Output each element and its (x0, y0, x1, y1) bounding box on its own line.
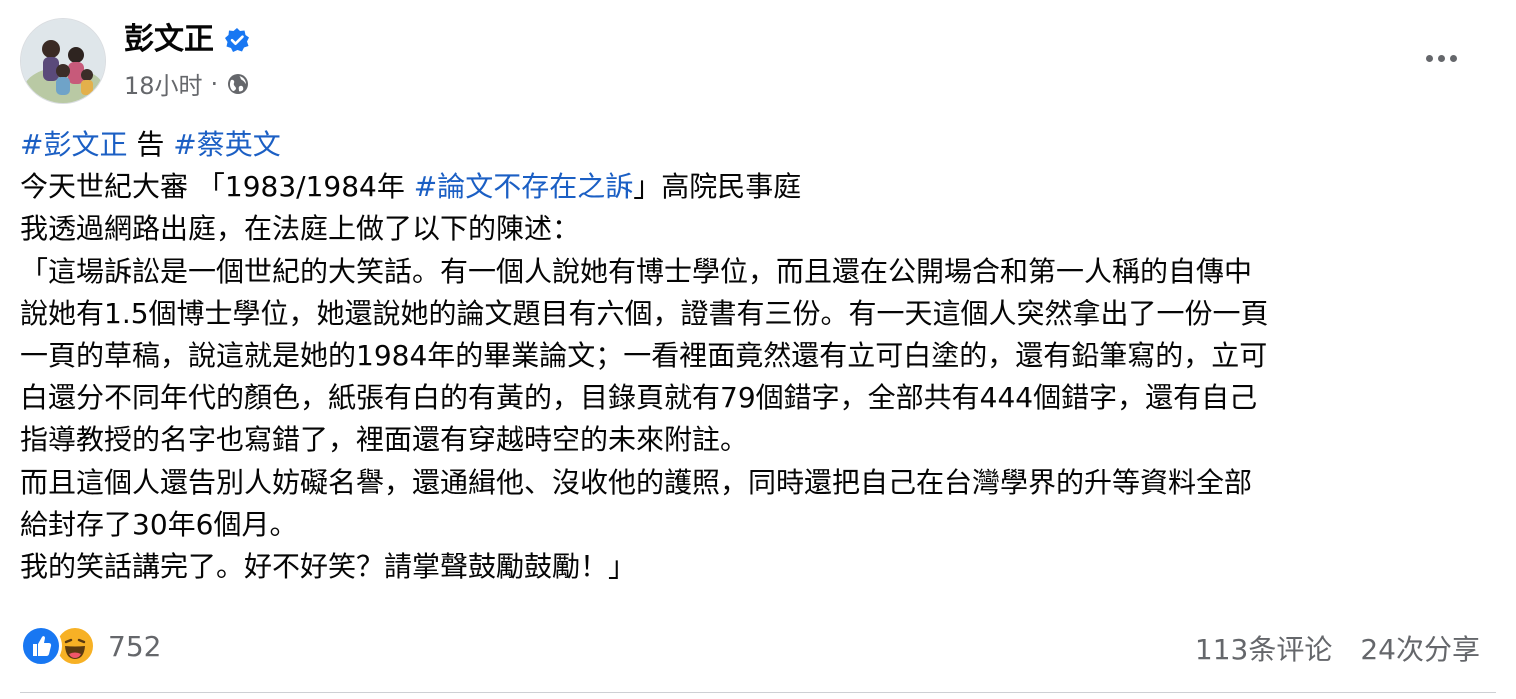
more-dot-icon (1437, 54, 1445, 62)
like-icon (20, 625, 62, 667)
post-text-segment: 一頁的草稿，說這就是她的1984年的畢業論文；一看裡面竟然還有立可白塗的，還有鉛… (20, 338, 1268, 372)
more-dot-icon (1449, 54, 1457, 62)
globe-icon[interactable] (226, 72, 250, 96)
post-body-text: #彭文正 告 #蔡英文 今天世紀大審 「1983/1984年 #論文不存在之訴」高… (20, 124, 1500, 588)
reactions-summary[interactable]: 752 (20, 625, 161, 667)
post-text-line: #彭文正 告 #蔡英文 (20, 124, 1500, 166)
engagement-stats: 113条评论 24次分享 (1195, 628, 1480, 668)
post-text-segment: 白還分不同年代的顏色，紙張有白的有黃的，目錄頁就有79個錯字，全部共有444個錯… (20, 381, 1258, 415)
post-text-line: 一頁的草稿，說這就是她的1984年的畢業論文；一看裡面竟然還有立可白塗的，還有鉛… (20, 335, 1500, 377)
post-timestamp[interactable]: 18小时 (124, 66, 203, 101)
post-text-segment: 「這場訴訟是一個世紀的大笑話。有一個人說她有博士學位，而且還在公開場合和第一人稱… (20, 254, 1253, 288)
post-card: 彭文正 18小时 · #彭文正 告 #蔡英文 今天世紀大審 「1983/1984年… (0, 0, 1516, 699)
post-text-segment: 而且這個人還告別人妨礙名譽，還通緝他、沒收他的護照，同時還把自己在台灣學界的升等… (20, 465, 1253, 499)
post-text-segment: 給封存了30年6個月。 (20, 507, 298, 541)
post-text-segment: 我的笑話講完了。好不好笑？請掌聲鼓勵鼓勵！」 (20, 549, 637, 583)
comments-count-link[interactable]: 113条评论 (1195, 628, 1332, 668)
post-text-line: 給封存了30年6個月。 (20, 504, 1500, 546)
post-text-segment: 」高院民事庭 (633, 170, 802, 204)
meta-separator: · (210, 69, 219, 98)
post-meta: 18小时 · (124, 66, 250, 101)
post-text-line: 白還分不同年代的顏色，紙張有白的有黃的，目錄頁就有79個錯字，全部共有444個錯… (20, 377, 1500, 419)
post-text-line: 「這場訴訟是一個世紀的大笑話。有一個人說她有博士學位，而且還在公開場合和第一人稱… (20, 251, 1500, 293)
reaction-count: 752 (108, 629, 162, 663)
footer-divider (20, 692, 1496, 693)
post-text-line: 今天世紀大審 「1983/1984年 #論文不存在之訴」高院民事庭 (20, 166, 1500, 208)
post-text-segment: 說她有1.5個博士學位，她還說她的論文題目有六個，證書有三份。有一天這個人突然拿… (20, 296, 1269, 330)
hashtag-link[interactable]: #蔡英文 (173, 128, 280, 161)
author-name[interactable]: 彭文正 (124, 20, 214, 60)
avatar-photo (21, 19, 105, 103)
post-text-segment: 指導教授的名字也寫錯了，裡面還有穿越時空的未來附註。 (20, 423, 749, 457)
hashtag-link[interactable]: #彭文正 (20, 128, 127, 161)
hashtag-link[interactable]: #論文不存在之訴 (414, 170, 633, 203)
author-avatar[interactable] (20, 18, 106, 104)
post-text-line: 說她有1.5個博士學位，她還說她的論文題目有六個，證書有三份。有一天這個人突然拿… (20, 293, 1500, 335)
author-row: 彭文正 (124, 20, 250, 60)
post-text-segment: 我透過網路出庭，在法庭上做了以下的陳述： (20, 212, 581, 246)
post-text-line: 而且這個人還告別人妨礙名譽，還通緝他、沒收他的護照，同時還把自己在台灣學界的升等… (20, 462, 1500, 504)
shares-count-link[interactable]: 24次分享 (1360, 628, 1480, 668)
more-options-button[interactable] (1410, 38, 1472, 78)
post-text-segment: 今天世紀大審 「1983/1984年 (20, 170, 414, 204)
post-text-line: 指導教授的名字也寫錯了，裡面還有穿越時空的未來附註。 (20, 419, 1500, 461)
post-text-segment: 告 (127, 128, 174, 161)
verified-badge-icon (224, 27, 250, 53)
more-dot-icon (1425, 54, 1433, 62)
post-text-line: 我透過網路出庭，在法庭上做了以下的陳述： (20, 208, 1500, 250)
post-text-line: 我的笑話講完了。好不好笑？請掌聲鼓勵鼓勵！」 (20, 546, 1500, 588)
